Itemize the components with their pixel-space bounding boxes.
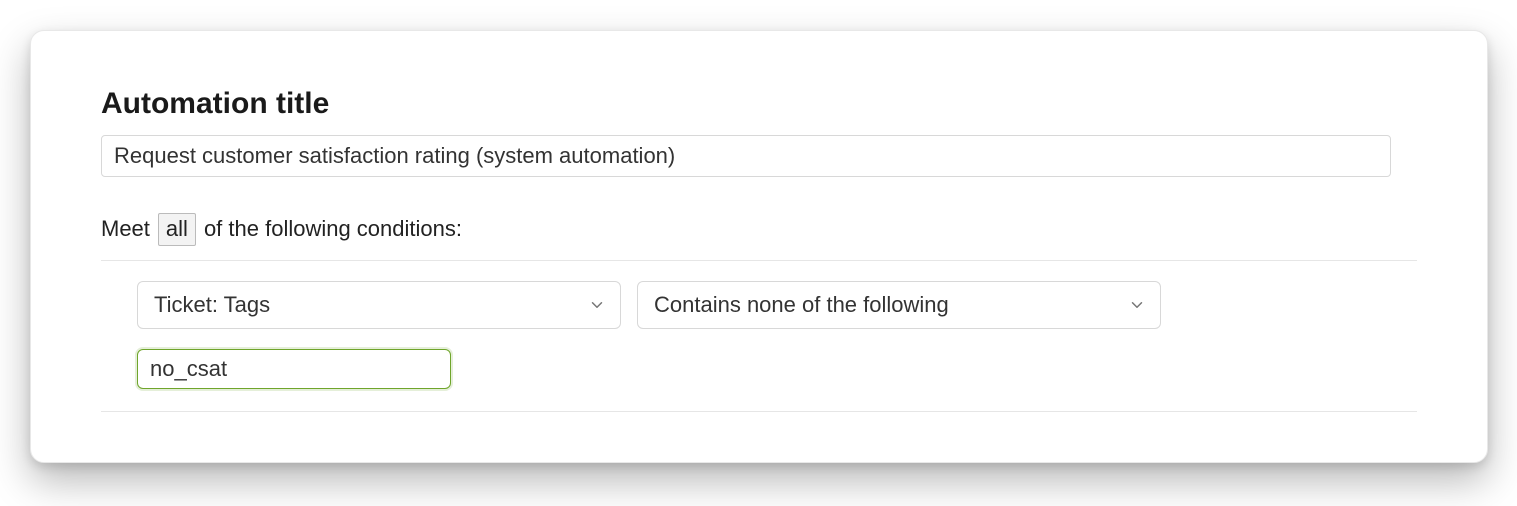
section-heading: Automation title xyxy=(101,87,1417,121)
condition-operator-value: Contains none of the following xyxy=(654,292,949,318)
condition-selects-row: Ticket: Tags Contains none of the follow… xyxy=(137,281,1417,329)
conditions-mode-box: all xyxy=(158,213,196,246)
chevron-down-icon xyxy=(1128,296,1146,314)
tag-input[interactable] xyxy=(150,356,438,382)
condition-field-value: Ticket: Tags xyxy=(154,292,270,318)
condition-operator-select[interactable]: Contains none of the following xyxy=(637,281,1161,329)
chevron-down-icon xyxy=(588,296,606,314)
conditions-intro-prefix: Meet xyxy=(101,216,150,242)
tag-input-container[interactable] xyxy=(137,349,451,389)
condition-row: Ticket: Tags Contains none of the follow… xyxy=(101,261,1417,412)
conditions-intro-suffix: of the following conditions: xyxy=(204,216,462,242)
automation-editor-card: Automation title Meet all of the followi… xyxy=(30,30,1488,463)
automation-title-input[interactable] xyxy=(101,135,1391,177)
condition-field-select[interactable]: Ticket: Tags xyxy=(137,281,621,329)
conditions-intro: Meet all of the following conditions: xyxy=(101,213,1417,246)
